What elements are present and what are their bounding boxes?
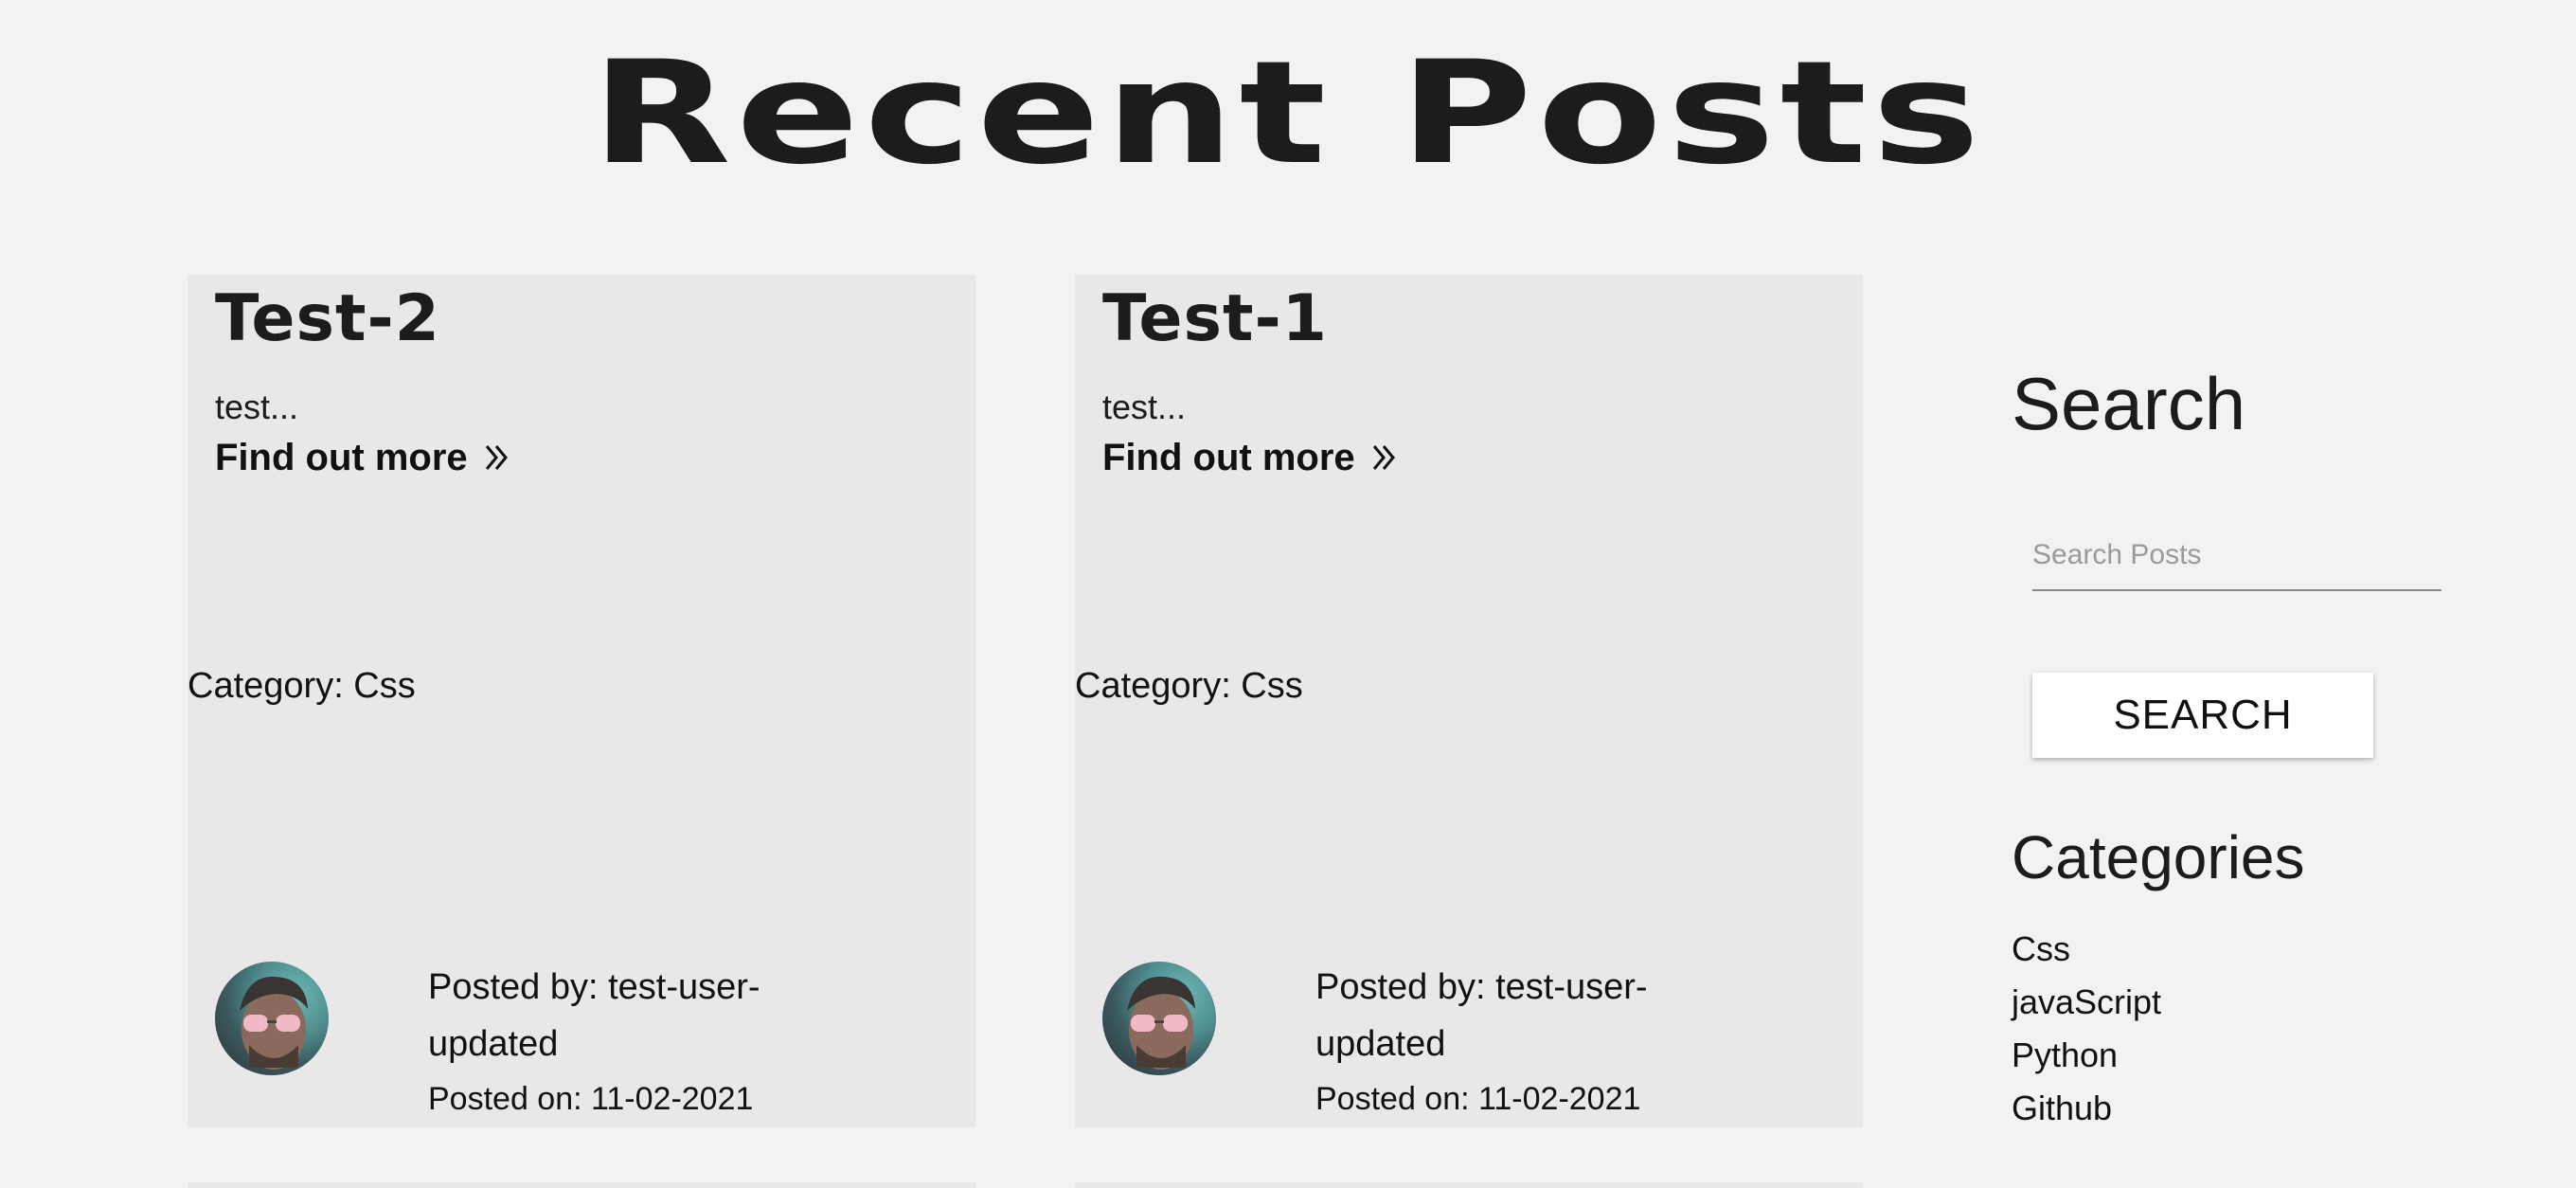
post-card: Test-1 test... Find out more Category: C… — [1075, 275, 1863, 1127]
post-card-next-row — [1075, 1182, 1863, 1188]
find-out-more-link[interactable]: Find out more — [1102, 434, 1401, 481]
post-card: Test-2 test... Find out more Category: C… — [188, 275, 975, 1127]
category-item-github[interactable]: Github — [2012, 1082, 2161, 1135]
post-title[interactable]: Test-2 — [215, 277, 440, 362]
search-heading: Search — [2012, 362, 2246, 445]
find-out-more-label: Find out more — [215, 437, 468, 478]
posted-on: Posted on: 11-02-2021 — [428, 1081, 754, 1117]
avatar-portrait-icon — [1127, 976, 1195, 1070]
category-item-javascript[interactable]: javaScript — [2012, 976, 2161, 1029]
category-item-python[interactable]: Python — [2012, 1029, 2161, 1082]
category-list: Css javaScript Python Github — [2012, 923, 2161, 1135]
author-avatar — [215, 962, 329, 1075]
find-out-more-link[interactable]: Find out more — [215, 434, 513, 481]
post-excerpt: test... — [215, 387, 299, 426]
search-button[interactable]: SEARCH — [2032, 673, 2373, 758]
post-card-next-row — [188, 1182, 975, 1188]
avatar-portrait-icon — [240, 976, 308, 1070]
double-chevron-right-icon — [485, 445, 508, 470]
posted-by: Posted by: test-user-updated — [1315, 967, 1648, 1064]
post-title[interactable]: Test-1 — [1102, 277, 1328, 362]
post-category: Category: Css — [188, 666, 416, 706]
posted-on: Posted on: 11-02-2021 — [1315, 1081, 1641, 1117]
category-item-css[interactable]: Css — [2012, 923, 2161, 976]
search-input[interactable] — [2032, 521, 2442, 591]
categories-heading: Categories — [2012, 823, 2305, 891]
double-chevron-right-icon — [1372, 445, 1395, 470]
author-avatar — [1102, 962, 1216, 1075]
posted-by: Posted by: test-user-updated — [428, 967, 760, 1064]
post-category: Category: Css — [1075, 666, 1303, 706]
find-out-more-label: Find out more — [1102, 437, 1355, 478]
post-excerpt: test... — [1102, 387, 1187, 426]
page-title: Recent Posts — [591, 31, 1985, 196]
